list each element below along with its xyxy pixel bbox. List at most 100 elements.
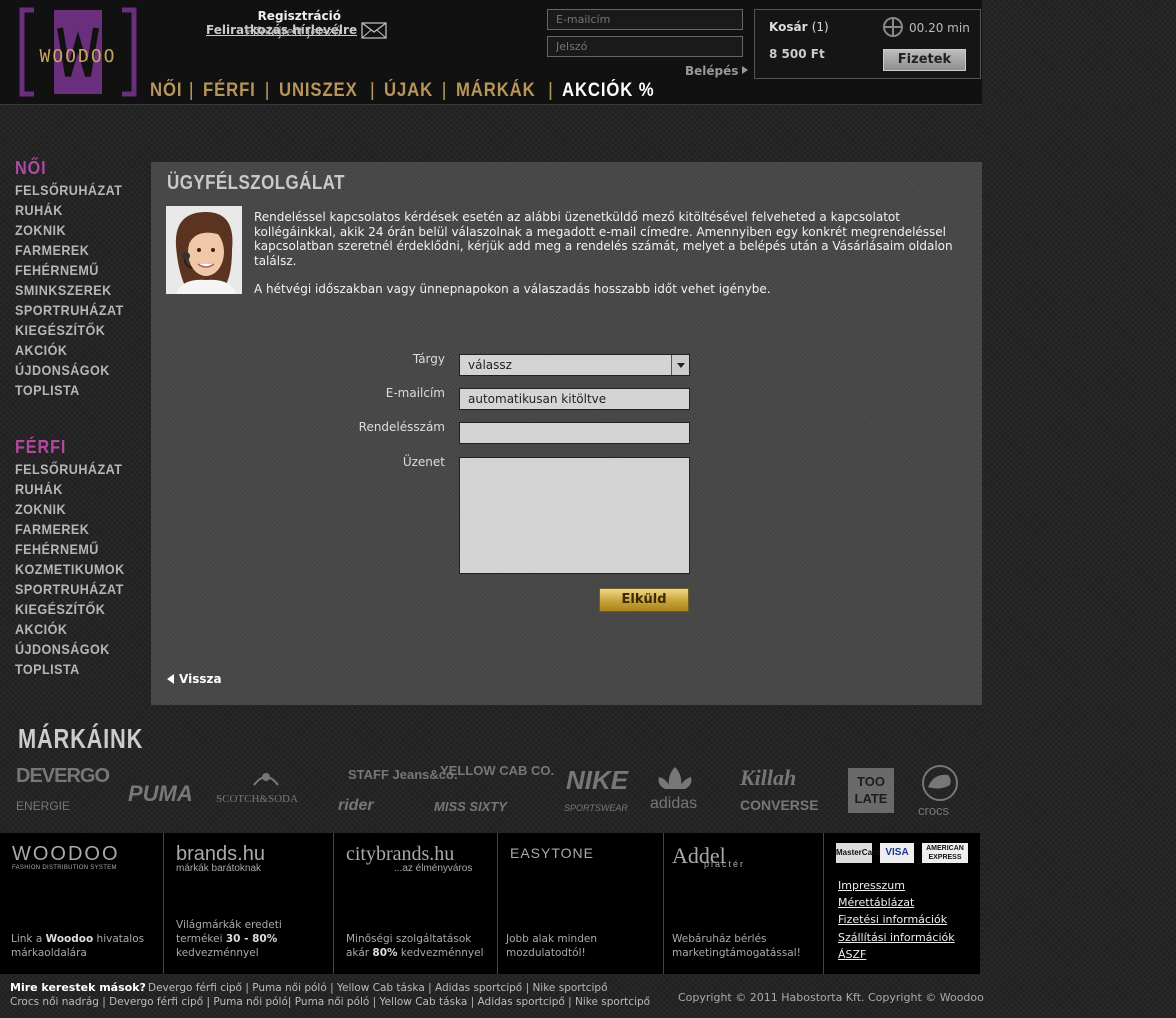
login-email-input[interactable] [547, 9, 743, 30]
brand-logo[interactable]: YELLOW CAB CO. [440, 763, 554, 778]
brand-logo[interactable]: crocs [918, 803, 949, 818]
sidebar-women-title[interactable]: NŐI [15, 158, 137, 179]
partner-description: Link a Woodoo hivatalos márkaoldalára [11, 933, 145, 959]
footer-partner[interactable]: Addel piactér Webáruház bérlés marketing… [664, 833, 824, 974]
footer-partner[interactable]: EASYTONE Jobb alak minden mozdulatodtól! [498, 833, 664, 974]
brand-logo[interactable]: ENERGIE [16, 799, 70, 813]
order-number-input[interactable] [459, 422, 690, 444]
subject-label: Tárgy [412, 352, 445, 366]
cart-title: Kosár [769, 20, 808, 34]
sidebar-item[interactable]: AKCIÓK [15, 341, 137, 361]
forgot-password-link[interactable]: Elfelejtett jelszó [245, 25, 341, 39]
partner-description: Webáruház bérlés marketingtámogatással! [672, 933, 801, 959]
sidebar-item[interactable]: FEHÉRNEMŰ [15, 540, 137, 560]
brand-logo[interactable]: adidas [650, 795, 697, 813]
brand-logo[interactable]: rider [338, 797, 374, 815]
subject-value: válassz [468, 358, 512, 372]
message-textarea[interactable] [459, 457, 690, 574]
envelope-icon[interactable] [361, 22, 387, 39]
brand-logo[interactable]: SCOTCH&SODA [216, 793, 298, 805]
sidebar-item[interactable]: TOPLISTA [15, 660, 137, 680]
cart-timer: 00.20 min [909, 21, 970, 35]
partner-description: Világmárkák eredeti termékei 30 - 80% ke… [176, 919, 282, 959]
nav-unisex[interactable]: UNISZEX [279, 80, 358, 102]
sidebar-item[interactable]: AKCIÓK [15, 620, 137, 640]
brand-logo[interactable]: TOO LATE [848, 768, 894, 813]
nav-new[interactable]: ÚJAK [384, 80, 433, 102]
sidebar-item[interactable]: KIEGÉSZÍTŐK [15, 600, 137, 620]
category-sidebar: NŐI FELSŐRUHÁZAT RUHÁK ZOKNIK FARMEREK F… [0, 158, 150, 707]
send-button[interactable]: Elküld [599, 588, 689, 612]
weekend-notice: A hétvégi időszakban vagy ünnepnapokon a… [254, 282, 771, 296]
sidebar-item[interactable]: SPORTRUHÁZAT [15, 580, 137, 600]
sidebar-item[interactable]: RUHÁK [15, 480, 137, 500]
login-label: Belépés [685, 64, 739, 78]
arrow-left-icon [167, 674, 174, 684]
sidebar-item[interactable]: RUHÁK [15, 201, 137, 221]
brand-logo[interactable]: DEVERGO [16, 765, 110, 788]
arrow-right-icon [742, 66, 749, 74]
footer-link-terms[interactable]: ÁSZF [838, 948, 866, 961]
footer-link-payment[interactable]: Fizetési információk [838, 913, 947, 926]
cart-label[interactable]: Kosár (1) [769, 20, 829, 34]
sidebar-item[interactable]: TOPLISTA [15, 381, 137, 401]
register-link[interactable]: Regisztráció [258, 9, 341, 23]
brand-logo[interactable]: MISS SIXTY [434, 799, 507, 814]
sidebar-item[interactable]: ÚJDONSÁGOK [15, 640, 137, 660]
popular-searches-line[interactable]: Devergo férfi cipő | Puma női póló | Yel… [148, 982, 608, 994]
email-field[interactable]: automatikusan kitöltve [459, 388, 690, 410]
login-password-input[interactable] [547, 36, 743, 57]
clock-icon [883, 17, 903, 37]
login-button[interactable]: Belépés [685, 64, 749, 78]
nav-brands[interactable]: MÁRKÁK [456, 80, 536, 102]
sidebar-item[interactable]: SMINKSZEREK [15, 281, 137, 301]
footer-partner[interactable]: citybrands.hu ...az élményváros Minőségi… [334, 833, 498, 974]
brand-logo[interactable]: PUMA [128, 781, 193, 807]
sidebar-item[interactable]: FEHÉRNEMŰ [15, 261, 137, 281]
partner-tagline: márkák barátoknak [176, 863, 262, 874]
brand-logo[interactable]: NIKE [566, 765, 628, 796]
footer-link-shipping[interactable]: Szállítási információk [838, 931, 955, 944]
visa-icon: VISA [880, 843, 914, 863]
sidebar-item[interactable]: ZOKNIK [15, 221, 137, 241]
page-title: ÜGYFÉLSZOLGÁLAT [167, 172, 345, 194]
sidebar-item[interactable]: ZOKNIK [15, 500, 137, 520]
sidebar-men-list: FELSŐRUHÁZAT RUHÁK ZOKNIK FARMEREK FEHÉR… [15, 460, 150, 680]
nav-sales[interactable]: AKCIÓK % [562, 80, 655, 102]
crest-icon [253, 773, 279, 786]
sidebar-men-title[interactable]: FÉRFI [15, 437, 137, 458]
brand-logo[interactable]: CONVERSE [740, 797, 819, 813]
checkout-button[interactable]: Fizetek [883, 49, 966, 71]
sidebar-item[interactable]: SPORTRUHÁZAT [15, 301, 137, 321]
partner-logo: EASYTONE [510, 845, 594, 861]
order-number-label: Rendelésszám [358, 420, 445, 434]
brand-logo[interactable]: SPORTSWEAR [564, 803, 628, 813]
mastercard-icon: MasterCard [836, 843, 880, 863]
popular-searches-title: Mire kerestek mások? [10, 981, 146, 994]
sidebar-item[interactable]: FELSŐRUHÁZAT [15, 181, 137, 201]
copyright: Copyright © 2011 Habostorta Kft. Copyrig… [678, 991, 984, 1004]
footer-link-size-chart[interactable]: Mérettáblázat [838, 896, 914, 909]
nav-women[interactable]: NŐI [150, 80, 182, 102]
sidebar-item[interactable]: FELSŐRUHÁZAT [15, 460, 137, 480]
back-link[interactable]: Vissza [167, 672, 222, 686]
sidebar-item[interactable]: KOZMETIKUMOK [15, 560, 137, 580]
nav-separator: | [188, 80, 195, 101]
chevron-down-icon[interactable] [671, 355, 689, 375]
subject-select[interactable]: válassz [459, 354, 690, 376]
footer-partner[interactable]: brands.hu márkák barátoknak Világmárkák … [164, 833, 334, 974]
nav-men[interactable]: FÉRFI [203, 80, 256, 102]
sidebar-item[interactable]: ÚJDONSÁGOK [15, 361, 137, 381]
sidebar-item[interactable]: KIEGÉSZÍTŐK [15, 321, 137, 341]
footer-link-impressum[interactable]: Impresszum [838, 879, 905, 892]
popular-searches-line[interactable]: Crocs női nadrág | Devergo férfi cipő | … [10, 996, 650, 1008]
nav-separator: | [264, 80, 271, 101]
brand-logo[interactable]: Killah [740, 765, 796, 791]
partner-description: Minőségi szolgáltatások akár 80% kedvezm… [346, 933, 484, 959]
sidebar-item[interactable]: FARMEREK [15, 520, 137, 540]
cart-count: (1) [811, 20, 829, 34]
footer-partner[interactable]: WOODOO FASHION DISTRIBUTION SYSTEM Link … [0, 833, 164, 974]
woodoo-logo[interactable]: WOODOO [14, 6, 142, 98]
sidebar-item[interactable]: FARMEREK [15, 241, 137, 261]
page-background [982, 105, 1176, 974]
